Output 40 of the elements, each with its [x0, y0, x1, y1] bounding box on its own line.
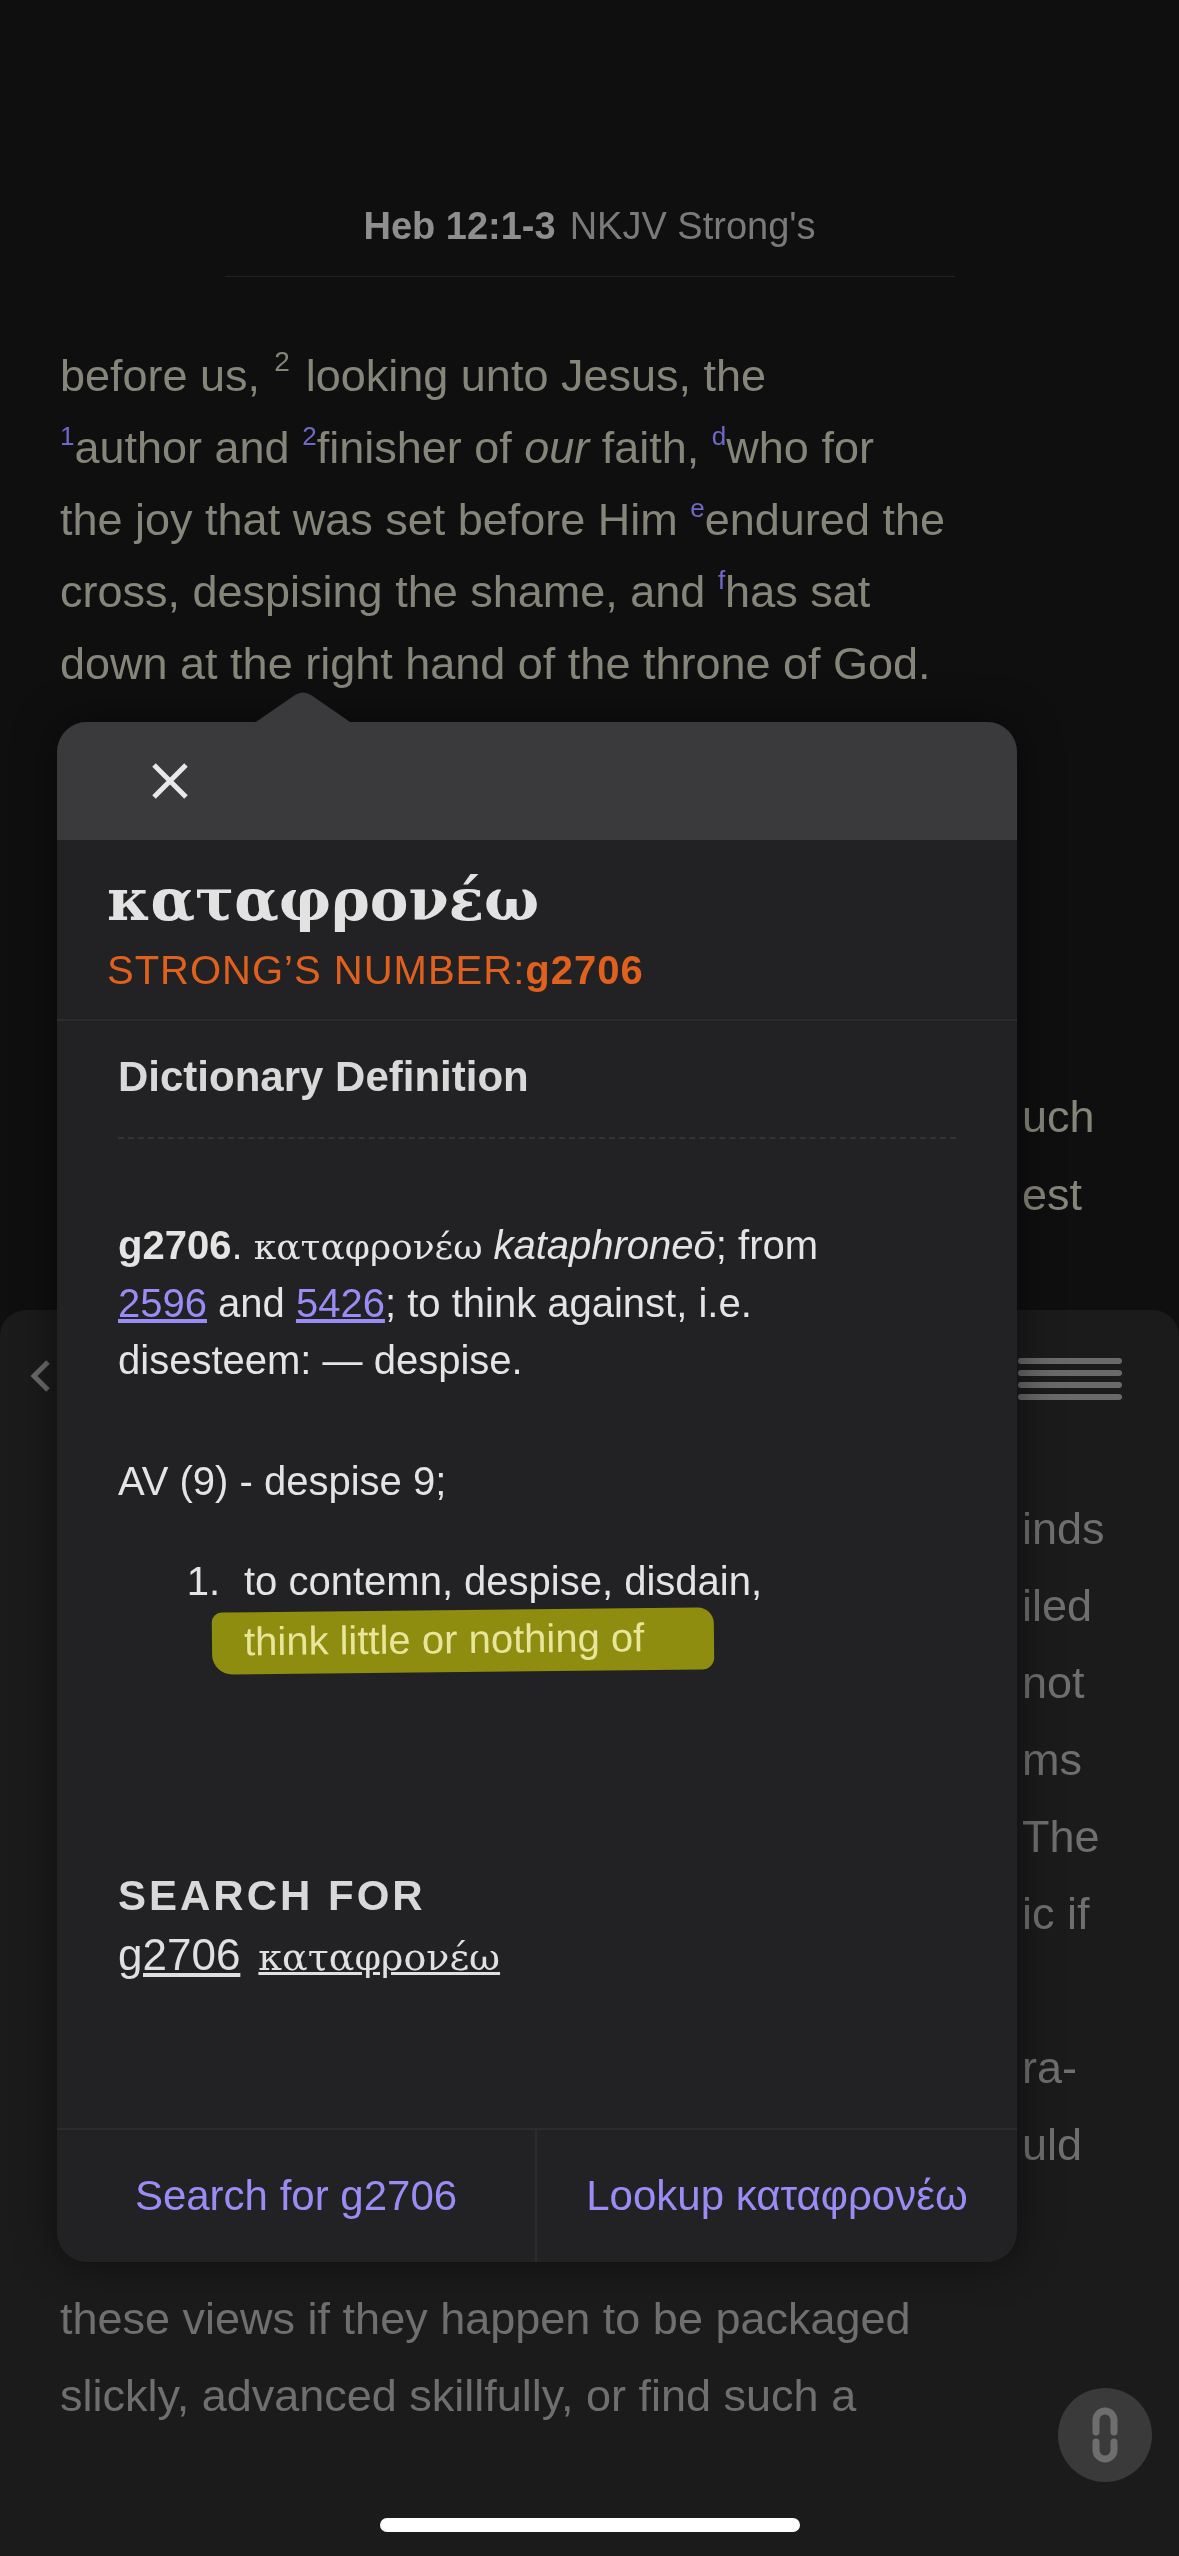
search-link[interactable]: g2706 — [118, 1930, 241, 1980]
highlighted-text: think little or nothing of — [211, 1607, 715, 1675]
body-text: slickly, advanced skillfully, or find such a — [60, 2369, 858, 2423]
strongs-link[interactable]: 5426 — [295, 1281, 385, 1325]
body-text: uld — [1022, 2118, 1084, 2172]
definition-item: to contemn, despise, disdain, — [244, 1558, 763, 1605]
search-button[interactable]: Search for g2706 — [57, 2130, 537, 2262]
passage-reference[interactable]: Heb 12:1-3 — [363, 205, 556, 248]
search-link[interactable]: καταφρονέω — [258, 1935, 501, 1979]
verse-text: looking unto Jesus, the — [305, 350, 767, 401]
verse-text: cross, despising the shame, and $^{f}$has sat — [60, 564, 871, 619]
strongs-number: STRONG’S NUMBER:g2706 — [107, 948, 645, 993]
body-text: ic if — [1022, 1887, 1091, 1941]
close-icon[interactable] — [150, 761, 190, 801]
verse-text: down at the right hand of the throne of God. — [60, 637, 931, 691]
verse-number: 2 — [274, 346, 290, 377]
verse-text: est — [1022, 1168, 1084, 1222]
definition-text: g2706. καταφρονέω kataphroneō; from 2596 and 5426; to think against, i.e. disesteem: — despise. — [118, 1222, 820, 1384]
translation-name[interactable]: NKJV Strong's — [569, 205, 816, 248]
verse-text: $^{1}$author and $^{2}$finisher of our faith, $^{d}$who for — [60, 420, 874, 475]
section-title: SEARCH FOR — [118, 1872, 427, 1920]
body-text: ms — [1022, 1733, 1083, 1787]
list-number: 1. — [185, 1558, 220, 1605]
body-text: these views if they happen to be packaged — [60, 2292, 912, 2346]
body-text: iled — [1022, 1579, 1094, 1633]
verse-text: uch — [1022, 1090, 1096, 1144]
strongs-link[interactable]: 2596 — [118, 1281, 207, 1325]
verse-text: before us, — [60, 350, 261, 401]
section-title: Dictionary Definition — [118, 1053, 530, 1101]
chevron-icon[interactable] — [28, 1358, 52, 1394]
body-text: inds — [1022, 1502, 1106, 1556]
lookup-button[interactable]: Lookup καταφρονέω — [537, 2130, 1017, 2262]
body-text: not — [1022, 1656, 1086, 1710]
headword: καταφρονέω — [107, 866, 541, 934]
usage-text: AV (9) - despise 9; — [118, 1459, 448, 1504]
menu-icon[interactable] — [1018, 1358, 1122, 1400]
body-text: ra- — [1022, 2041, 1078, 2095]
body-text: The — [1022, 1810, 1101, 1864]
verse-text: the joy that was set before Him $^{e}$endured the — [60, 492, 945, 547]
rotation-lock-button[interactable] — [1058, 2388, 1152, 2482]
